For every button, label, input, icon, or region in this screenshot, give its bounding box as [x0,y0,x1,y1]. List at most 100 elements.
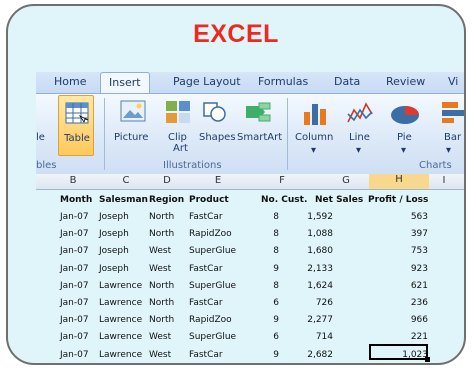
column-header-bar: B C D E F G H I [36,174,464,190]
cell-month[interactable]: Jan-07 [60,264,89,274]
column-header-d[interactable]: D [152,175,182,186]
cell-salesman[interactable]: Joseph [99,212,129,222]
excel-window: Home Insert Page Layout Formulas Data Re… [36,66,464,363]
cell-profit-loss[interactable]: 753 [411,246,428,256]
cell-product[interactable]: SuperGlue [189,332,236,342]
cell-product[interactable]: RapidZoo [189,229,232,239]
cell-profit-loss[interactable]: 966 [411,315,428,325]
header-month[interactable]: Month [60,195,92,205]
cell-profit-loss[interactable]: 236 [411,298,428,308]
cell-product[interactable]: FastCar [189,298,223,308]
table-row: Jan-07 Lawrence North RapidZoo 9 2,277 966 [36,312,464,329]
cell-salesman[interactable]: Joseph [99,264,129,274]
cell-net-sales[interactable]: 1,680 [307,246,333,256]
column-header-b[interactable]: B [58,175,88,186]
line-label: Line [349,132,370,143]
cell-month[interactable]: Jan-07 [60,229,89,239]
cell-profit-loss[interactable]: 221 [411,332,428,342]
cell-product[interactable]: SuperGlue [189,246,236,256]
column-header-f[interactable]: F [267,175,297,186]
cell-product[interactable]: RapidZoo [189,315,232,325]
clip-art-label-1: Clip [168,132,187,143]
cell-net-sales[interactable]: 2,133 [307,264,333,274]
cell-net-sales[interactable]: 726 [316,298,333,308]
cell-month[interactable]: Jan-07 [60,332,89,342]
cell-month[interactable]: Jan-07 [60,212,89,222]
cell-profit-loss[interactable]: 397 [411,229,428,239]
header-product[interactable]: Product [189,195,229,205]
cell-month[interactable]: Jan-07 [60,298,89,308]
cell-region[interactable]: West [149,246,171,256]
cell-region[interactable]: North [149,298,174,308]
header-region[interactable]: Region [149,195,184,205]
tab-review[interactable]: Review [386,75,425,88]
ribbon: le Table Picture Clip Art Shapes SmartAr… [36,93,464,175]
column-header-i[interactable]: I [429,175,459,186]
cell-no-cust[interactable]: 6 [273,332,279,342]
column-header-h[interactable]: H [369,174,429,189]
cell-salesman[interactable]: Lawrence [99,281,142,291]
header-no-cust[interactable]: No. Cust. [261,195,307,205]
cell-region[interactable]: West [149,332,171,342]
cell-salesman[interactable]: Lawrence [99,332,142,342]
cell-salesman[interactable]: Lawrence [99,315,142,325]
tab-formulas[interactable]: Formulas [258,75,308,88]
cell-salesman[interactable]: Lawrence [99,350,142,360]
header-net-sales[interactable]: Net Sales [315,195,363,205]
column-header-e[interactable]: E [203,175,233,186]
cell-net-sales[interactable]: 1,624 [307,281,333,291]
cell-no-cust[interactable]: 8 [273,281,279,291]
cell-region[interactable]: North [149,229,174,239]
header-profit-loss[interactable]: Profit / Loss [368,195,428,205]
cell-profit-loss[interactable]: 923 [411,264,428,274]
cell-no-cust[interactable]: 9 [273,350,279,360]
cell-salesman[interactable]: Joseph [99,246,129,256]
cell-region[interactable]: North [149,281,174,291]
cell-net-sales[interactable]: 2,277 [307,315,333,325]
cell-product[interactable]: FastCar [189,350,223,360]
column-header-c[interactable]: C [111,175,141,186]
cell-no-cust[interactable]: 8 [273,246,279,256]
cell-product[interactable]: FastCar [189,264,223,274]
active-cell-selection[interactable] [369,344,430,362]
pie-chart-icon [391,106,419,124]
tab-page-layout[interactable]: Page Layout [173,75,241,88]
tab-view[interactable]: Vi [448,75,458,88]
cell-profit-loss[interactable]: 621 [411,281,428,291]
table-header-row: Month Salesman Region Product No. Cust. … [36,192,464,209]
cell-net-sales[interactable]: 1,592 [307,212,333,222]
cell-salesman[interactable]: Joseph [99,229,129,239]
tab-data[interactable]: Data [334,75,360,88]
table-icon [65,102,89,124]
cell-region[interactable]: North [149,315,174,325]
cell-month[interactable]: Jan-07 [60,350,89,360]
cell-net-sales[interactable]: 1,088 [307,229,333,239]
cell-product[interactable]: FastCar [189,212,223,222]
cell-net-sales[interactable]: 714 [316,332,333,342]
cell-no-cust[interactable]: 9 [273,315,279,325]
cell-region[interactable]: West [149,350,171,360]
slide-title: EXCEL [193,20,279,48]
cell-no-cust[interactable]: 6 [273,298,279,308]
tab-insert[interactable]: Insert [100,72,150,94]
table-button[interactable]: Table [58,95,94,156]
cell-net-sales[interactable]: 2,682 [307,350,333,360]
bar-label: Bar [444,132,462,143]
cell-region[interactable]: North [149,212,174,222]
cell-month[interactable]: Jan-07 [60,315,89,325]
cell-product[interactable]: SuperGlue [189,281,236,291]
cell-month[interactable]: Jan-07 [60,281,89,291]
cell-profit-loss[interactable]: 563 [411,212,428,222]
cell-salesman[interactable]: Lawrence [99,298,142,308]
table-row: Jan-07 Joseph West FastCar 9 2,133 923 [36,261,464,278]
picture-label: Picture [114,132,149,143]
cell-no-cust[interactable]: 8 [273,229,279,239]
header-salesman[interactable]: Salesman [99,195,148,205]
cell-no-cust[interactable]: 8 [273,212,279,222]
cell-no-cust[interactable]: 9 [273,264,279,274]
tab-home[interactable]: Home [54,75,86,88]
cell-month[interactable]: Jan-07 [60,246,89,256]
cell-region[interactable]: West [149,264,171,274]
column-header-g[interactable]: G [331,175,361,186]
slide-card: EXCEL Home Insert Page Layout Formulas D… [6,4,466,365]
